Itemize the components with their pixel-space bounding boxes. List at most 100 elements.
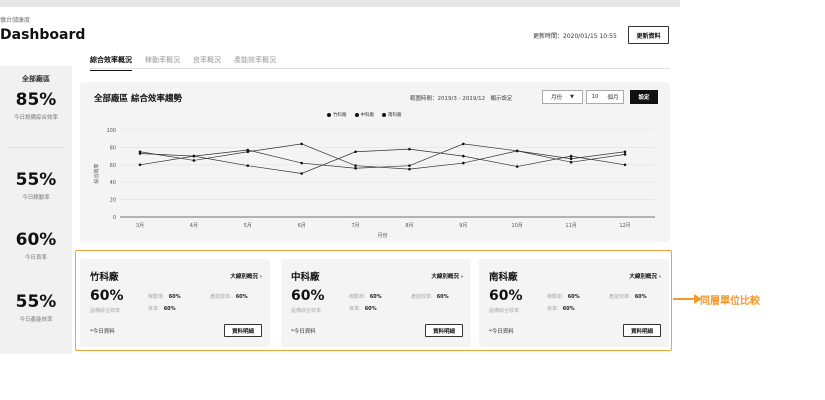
data-point <box>300 172 303 175</box>
sidebar-plant-name: 全部廠區 <box>22 75 50 83</box>
availability-value: 60% <box>567 294 580 300</box>
update-data-button[interactable]: 更新資料 <box>628 26 669 44</box>
data-point <box>246 164 250 167</box>
sidebar-plant-label: 全部廠區 <box>0 74 72 84</box>
plant-yield: 良率: 60% <box>148 305 176 312</box>
plant-oee-value: 60% <box>90 288 124 304</box>
x-tick-label: 12月 <box>619 223 630 229</box>
x-tick-label: 8月 <box>405 223 413 229</box>
plant-yield: 良率: 60% <box>547 305 575 312</box>
data-point <box>462 142 465 146</box>
x-tick-label: 10月 <box>512 223 523 229</box>
yield-label: 良率: <box>547 306 559 312</box>
performance-value: 60% <box>436 294 449 300</box>
top-bar <box>0 0 680 7</box>
trend-line-chart: 0 20 40 60 80 100 綜合效率 3月 4月 5月 6月 7月 8月 9月 10月 11月 12月月… <box>93 128 655 239</box>
data-point <box>246 148 250 152</box>
plant-oee-label: 設備綜合效率 <box>90 308 121 314</box>
data-point <box>138 152 142 155</box>
x-tick-label: 11月 <box>565 223 576 229</box>
data-point <box>192 159 196 162</box>
y-tick-label: 100 <box>106 128 116 134</box>
data-point <box>515 165 519 168</box>
plant-availability: 稼動率: 60% <box>547 293 580 300</box>
data-point <box>462 154 465 158</box>
performance-label: 產能效率: <box>411 294 433 300</box>
y-tick-label: 20 <box>110 198 116 204</box>
trend-chart-card: 全部廠區 綜合效率趨勢 範圍時間：2019/3 - 2019/12 顯示設定 月… <box>80 82 670 242</box>
series-line <box>139 148 626 174</box>
yield-value: 60% <box>364 306 377 312</box>
performance-value: 60% <box>634 294 647 300</box>
data-point <box>354 150 357 154</box>
yield-label: 良率: <box>148 306 160 312</box>
availability-label: 稼動率: <box>148 294 165 300</box>
line-overview-link[interactable]: 大線別概況 › <box>431 272 463 280</box>
y-tick-label: 60 <box>110 163 116 169</box>
plant-card-taichung: 中科廠 大線別概況 › 60% 設備綜合效率 稼動率: 60% 產能效率: 60% … <box>281 259 471 347</box>
sidebar-metric-oee: 85% 今日設備綜合效率 <box>0 90 72 121</box>
sidebar-metric-label: 今日稼動率 <box>22 195 50 201</box>
plant-footnote: *今日資料 <box>489 329 514 335</box>
data-point <box>354 164 357 167</box>
sidebar-metric-label: 今日設備綜合效率 <box>13 115 58 121</box>
availability-label: 稼動率: <box>349 294 366 300</box>
plant-availability: 稼動率: 60% <box>148 293 181 300</box>
series-line <box>139 143 626 170</box>
data-detail-button[interactable]: 資料明細 <box>623 324 661 337</box>
data-point <box>408 167 411 171</box>
plant-name: 南科廠 <box>489 272 518 283</box>
y-axis-label: 綜合效率 <box>93 163 100 183</box>
sidebar-metric-label: 今日產能效率 <box>19 317 53 323</box>
sidebar-metric-yield: 60% 今日良率 <box>0 230 72 261</box>
plant-availability: 稼動率: 60% <box>349 293 382 300</box>
data-detail-button[interactable]: 資料明細 <box>224 324 262 337</box>
sidebar-metric-value: 60% <box>15 230 57 250</box>
data-point <box>623 150 627 154</box>
tabs-divider <box>90 68 670 69</box>
line-overview-link[interactable]: 大線別概況 › <box>629 272 661 280</box>
sidebar-metric-availability: 55% 今日稼動率 <box>0 170 72 201</box>
line-overview-link[interactable]: 大線別概況 › <box>230 272 262 280</box>
plant-card-hsinchu: 竹科廠 大線別概況 › 60% 設備綜合效率 稼動率: 60% 產能效率: 60% … <box>80 259 270 347</box>
plant-performance: 產能效率: 60% <box>210 293 248 300</box>
sidebar-metric-performance: 55% 今日產能效率 <box>0 292 72 323</box>
plant-oee-label: 設備綜合效率 <box>489 308 520 314</box>
sidebar-metric-value: 85% <box>15 90 57 110</box>
data-point <box>515 149 519 153</box>
data-point <box>300 142 303 146</box>
performance-label: 產能效率: <box>210 294 232 300</box>
sidebar-metric-label: 今日良率 <box>24 255 47 261</box>
performance-label: 產能效率: <box>609 294 631 300</box>
plant-name: 中科廠 <box>291 272 320 283</box>
yield-label: 良率: <box>349 306 361 312</box>
y-tick-label: 40 <box>110 180 116 186</box>
availability-value: 60% <box>369 294 382 300</box>
sidebar: 全部廠區 85% 今日設備綜合效率 55% 今日稼動率 60% 今日良率 55%… <box>0 66 72 354</box>
update-time-text: 更新時間：2020/01/15 10:55 <box>533 33 617 40</box>
data-point <box>354 166 357 170</box>
y-tick-label: 80 <box>110 145 116 151</box>
data-point <box>138 163 142 167</box>
data-point <box>300 161 303 165</box>
breadcrumb[interactable]: 儀台儲康度 <box>0 15 30 24</box>
sidebar-metric-value: 55% <box>15 170 57 190</box>
plant-footnote: *今日資料 <box>291 329 316 335</box>
data-detail-button[interactable]: 資料明細 <box>425 324 463 337</box>
data-point <box>569 157 573 161</box>
data-point <box>623 163 627 167</box>
yield-value: 60% <box>163 306 176 312</box>
performance-value: 60% <box>235 294 248 300</box>
x-tick-label: 7月 <box>351 223 359 229</box>
sidebar-metric-value: 55% <box>15 292 57 312</box>
x-tick-label: 5月 <box>244 223 252 229</box>
data-point <box>408 147 411 151</box>
plant-performance: 產能效率: 60% <box>411 293 449 300</box>
yield-value: 60% <box>562 306 575 312</box>
data-point <box>462 161 465 165</box>
plant-oee-label: 設備綜合效率 <box>291 308 322 314</box>
page-title: Dashboard <box>0 27 86 43</box>
x-tick-label: 9月 <box>459 223 467 229</box>
y-tick-label: 0 <box>113 215 116 221</box>
plant-performance: 產能效率: 60% <box>609 293 647 300</box>
